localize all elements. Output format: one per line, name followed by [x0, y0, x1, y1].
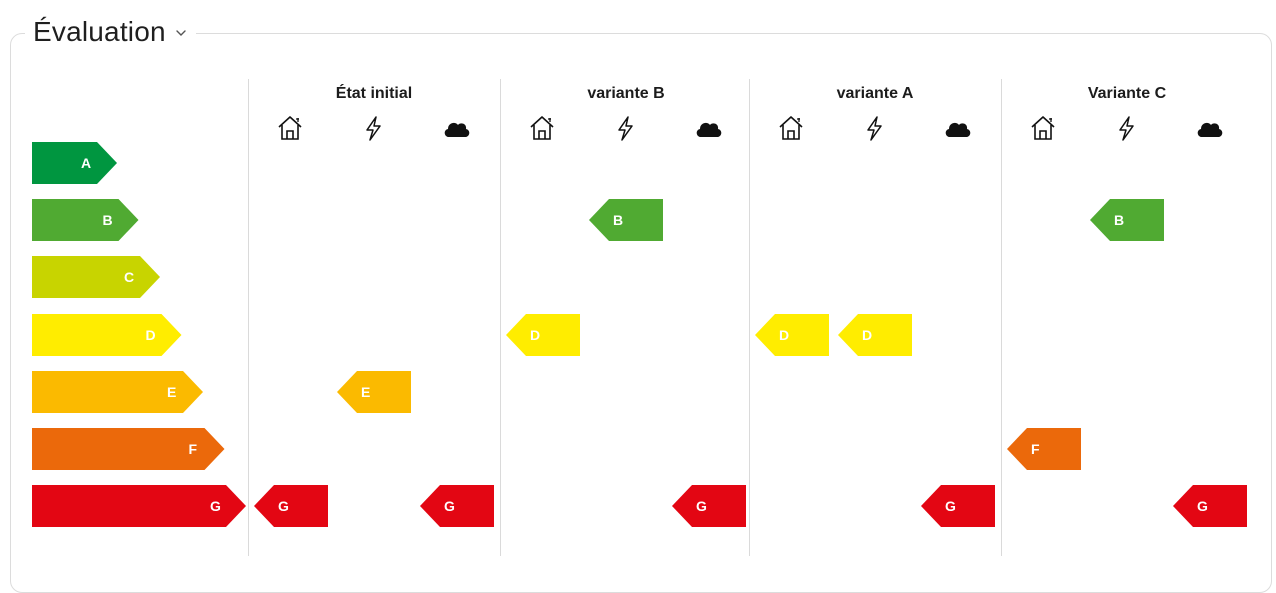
rating-tag-building: D [755, 313, 829, 356]
cloud-icon [942, 113, 972, 143]
lightning-icon [859, 113, 889, 143]
rating-label: B [613, 212, 624, 229]
rating-tag-energy: E [337, 370, 411, 413]
scale-label: E [167, 383, 177, 400]
panel-title: Évaluation [33, 16, 166, 47]
column-title: Variante C [1087, 85, 1167, 102]
column-title: variante B [587, 85, 665, 102]
rating-label: F [1031, 441, 1040, 457]
rating-tag-building: F [1007, 428, 1081, 470]
rating-tag-climate: G [420, 485, 494, 528]
house-icon [1028, 113, 1058, 143]
rating-tag-climate: G [1173, 485, 1247, 528]
rating-tag-building: G [254, 485, 328, 528]
rating-tag-energy: B [589, 199, 663, 242]
chevron-down-icon[interactable] [174, 26, 188, 40]
rating-label: G [696, 498, 707, 515]
scale-arrow-b: B [32, 199, 139, 242]
scale-label: D [145, 326, 156, 343]
rating-tag-climate: G [921, 485, 995, 528]
scale-arrow-a: A [32, 142, 117, 184]
rating-label: G [278, 498, 289, 515]
rating-label: G [1197, 498, 1208, 515]
rating-label: D [530, 326, 541, 343]
scale-arrow-f: F [32, 428, 225, 470]
rating-label: D [779, 326, 790, 343]
rating-label: E [361, 383, 371, 400]
rating-tag-energy: B [1090, 199, 1164, 242]
scale-arrow-c: C [32, 256, 160, 299]
house-icon [776, 113, 806, 143]
rating-tag-climate: G [672, 485, 746, 528]
lightning-icon [610, 113, 640, 143]
scale-label: A [81, 155, 92, 171]
cloud-icon [693, 113, 723, 143]
column-divider [749, 79, 750, 556]
scale-label: B [102, 212, 113, 229]
scale-arrow-e: E [32, 370, 203, 413]
column-divider [248, 79, 249, 556]
scale-arrow-g: G [32, 485, 246, 528]
column-title: État initial [335, 85, 413, 102]
house-icon [527, 113, 557, 143]
column-divider [1001, 79, 1002, 556]
panel-header[interactable]: Évaluation [25, 12, 196, 52]
rating-tag-building: D [506, 313, 580, 356]
rating-label: B [1114, 212, 1125, 229]
lightning-icon [358, 113, 388, 143]
scale-label: C [124, 269, 135, 286]
rating-label: G [444, 498, 455, 515]
rating-label: G [945, 498, 956, 515]
scale-label: F [188, 441, 198, 457]
rating-tag-energy: D [838, 313, 912, 356]
rating-label: D [862, 326, 873, 343]
column-divider [500, 79, 501, 556]
column-title: variante A [836, 85, 914, 102]
house-icon [275, 113, 305, 143]
cloud-icon [441, 113, 471, 143]
scale-label: G [210, 498, 221, 515]
scale-arrow-d: D [32, 313, 182, 356]
lightning-icon [1111, 113, 1141, 143]
cloud-icon [1194, 113, 1224, 143]
